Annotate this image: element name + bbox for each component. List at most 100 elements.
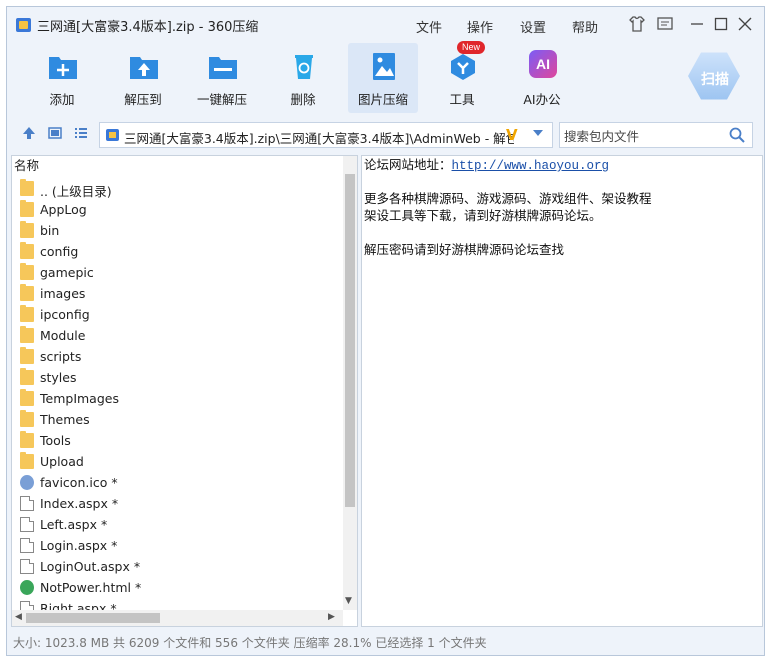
file-name: Module — [40, 328, 86, 343]
app-window: 三网通[大富豪3.4版本].zip - 360压缩 文件 操作 设置 帮助 添加… — [6, 6, 765, 656]
file-list-item[interactable]: scripts — [12, 346, 342, 367]
preview-label: 论坛网站地址： — [364, 159, 452, 173]
file-name: favicon.ico * — [40, 475, 118, 490]
up-arrow-icon[interactable] — [21, 126, 37, 142]
file-list-item[interactable]: Tools — [12, 430, 342, 451]
delete-icon — [295, 55, 313, 79]
file-name: gamepic — [40, 265, 94, 280]
folder-icon — [20, 431, 34, 448]
delete-button[interactable]: 删除 — [268, 43, 338, 113]
one-click-extract-label: 一键解压 — [196, 92, 247, 107]
file-list-item[interactable]: Login.aspx * — [12, 535, 342, 556]
forum-link[interactable]: http://www.haoyou.org — [452, 159, 610, 173]
tools-icon — [451, 54, 475, 80]
scroll-left-icon[interactable]: ◀ — [15, 612, 22, 622]
file-list: .. (上级目录) AppLog bin config gamepic images ipc… — [12, 178, 342, 619]
app-logo-icon — [16, 18, 31, 32]
address-bar[interactable]: 三网通[大富豪3.4版本].zip\三网通[大富豪3.4版本]\AdminWeb… — [99, 122, 553, 148]
delete-label: 删除 — [290, 92, 316, 107]
vertical-scrollbar[interactable]: ▼ — [343, 156, 357, 610]
status-bar: 大小: 1023.8 MB 共 6209 个文件和 556 个文件夹 压缩率 2… — [13, 636, 487, 650]
search-icon[interactable] — [728, 126, 746, 144]
title-bar: 三网通[大富豪3.4版本].zip - 360压缩 文件 操作 设置 帮助 — [7, 7, 764, 43]
menu-operate[interactable]: 操作 — [467, 17, 493, 36]
file-name: Left.aspx * — [40, 517, 108, 532]
menu-settings[interactable]: 设置 — [520, 17, 546, 36]
add-icon — [49, 57, 77, 79]
scan-button[interactable]: 扫描 — [685, 45, 745, 107]
address-row: 三网通[大富豪3.4版本].zip\三网通[大富豪3.4版本]\AdminWeb… — [7, 117, 764, 151]
file-list-item[interactable]: Themes — [12, 409, 342, 430]
file-list-item[interactable]: images — [12, 283, 342, 304]
menu-file[interactable]: 文件 — [416, 17, 442, 36]
file-list-item[interactable]: Left.aspx * — [12, 514, 342, 535]
minimize-icon[interactable] — [687, 15, 707, 35]
ico-file-icon — [20, 475, 34, 490]
one-click-extract-button[interactable]: 一键解压 — [187, 43, 257, 113]
maximize-icon[interactable] — [711, 15, 731, 35]
file-list-item[interactable]: favicon.ico * — [12, 472, 342, 493]
extract-to-label: 解压到 — [124, 92, 162, 107]
horizontal-scrollbar[interactable]: ◀ ▶ — [12, 610, 343, 626]
preview-line: 更多各种棋牌源码、游戏源码、游戏组件、架设教程 — [364, 193, 652, 207]
search-box — [559, 122, 753, 148]
file-name: styles — [40, 370, 77, 385]
thumbnail-view-icon[interactable] — [47, 126, 63, 142]
file-name: TempImages — [40, 391, 119, 406]
preview-pane: 论坛网站地址：http://www.haoyou.org 更多各种棋牌源码、游戏… — [361, 155, 763, 627]
image-compress-icon — [373, 53, 395, 80]
folder-icon — [20, 326, 34, 343]
file-list-item[interactable]: Upload — [12, 451, 342, 472]
folder-icon — [20, 200, 34, 217]
file-list-item[interactable]: NotPower.html * — [12, 577, 342, 598]
chevron-down-icon[interactable] — [532, 127, 544, 142]
file-list-item[interactable]: gamepic — [12, 262, 342, 283]
skin-icon[interactable] — [627, 15, 647, 35]
file-list-item[interactable]: Index.aspx * — [12, 493, 342, 514]
search-input[interactable] — [562, 126, 726, 146]
file-list-item[interactable]: bin — [12, 220, 342, 241]
horizontal-scroll-thumb[interactable] — [26, 613, 160, 623]
scan-label: 扫描 — [701, 72, 729, 88]
ai-office-label: AI办公 — [523, 92, 561, 107]
window-title: 三网通[大富豪3.4版本].zip - 360压缩 — [37, 20, 259, 35]
tools-button[interactable]: New 工具 — [427, 41, 497, 113]
ai-office-button[interactable]: AI AI办公 — [507, 43, 577, 113]
file-name: Upload — [40, 454, 84, 469]
list-view-icon[interactable] — [73, 126, 89, 142]
folder-icon — [20, 452, 34, 469]
folder-icon — [20, 263, 34, 280]
column-header-name[interactable]: 名称 — [12, 156, 344, 176]
file-list-item[interactable]: config — [12, 241, 342, 262]
feedback-icon[interactable] — [655, 15, 675, 35]
folder-icon — [20, 368, 34, 385]
preview-text: 论坛网站地址：http://www.haoyou.org 更多各种棋牌源码、游戏… — [364, 158, 652, 260]
file-list-item[interactable]: LoginOut.aspx * — [12, 556, 342, 577]
vertical-scroll-thumb[interactable] — [345, 174, 355, 507]
file-icon — [20, 517, 34, 532]
image-compress-button[interactable]: 图片压缩 — [348, 43, 418, 113]
file-list-item[interactable]: Module — [12, 325, 342, 346]
extract-to-button[interactable]: 解压到 — [108, 43, 178, 113]
preview-line: 解压密码请到好游棋牌源码论坛查找 — [364, 244, 565, 258]
close-icon[interactable] — [735, 15, 755, 35]
scroll-right-icon[interactable]: ▶ — [328, 612, 335, 622]
folder-icon — [20, 242, 34, 259]
file-list-item[interactable]: styles — [12, 367, 342, 388]
add-button[interactable]: 添加 — [27, 43, 97, 113]
preview-line: 架设工具等下载，请到好游棋牌源码论坛。 — [364, 210, 602, 224]
file-list-item[interactable]: AppLog — [12, 199, 342, 220]
scroll-down-icon[interactable]: ▼ — [345, 596, 352, 606]
file-name: images — [40, 286, 86, 301]
file-list-item[interactable]: TempImages — [12, 388, 342, 409]
file-list-item[interactable]: .. (上级目录) — [12, 178, 342, 199]
file-name: config — [40, 244, 79, 259]
html-file-icon — [20, 580, 34, 595]
folder-icon — [20, 179, 34, 196]
file-list-pane: 名称 .. (上级目录) AppLog bin config gamepic images… — [11, 155, 358, 627]
folder-icon — [20, 347, 34, 364]
folder-icon — [20, 410, 34, 427]
ai-icon: AI — [529, 50, 557, 78]
file-list-item[interactable]: ipconfig — [12, 304, 342, 325]
menu-help[interactable]: 帮助 — [572, 17, 598, 36]
